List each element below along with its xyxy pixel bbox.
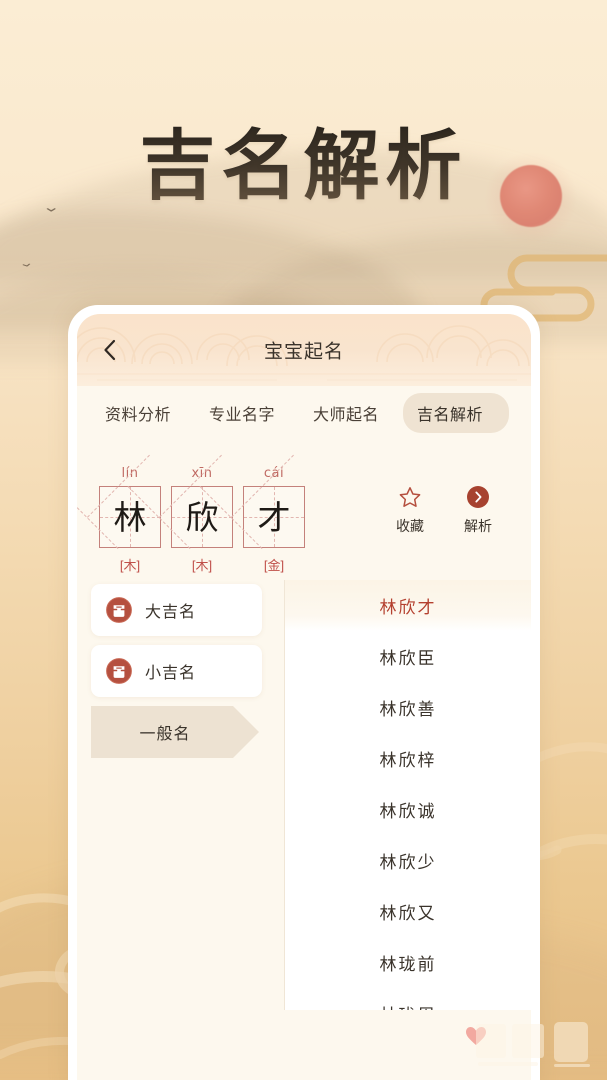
name-list-item[interactable]: 林欣诚: [285, 784, 531, 835]
name-list-item[interactable]: 林欣少: [285, 835, 531, 886]
name-display-section: lín 林 [木] xīn 欣 [木] cái 才 [金] 收藏 解析: [77, 440, 531, 580]
character-grid-box: 才: [199, 454, 305, 549]
chevron-right-circle-icon: [455, 484, 501, 510]
category-label: 大吉名: [145, 604, 197, 621]
star-outline-icon: [387, 484, 433, 510]
lists-area: 大吉名 小吉名 一般名 林欣才 林欣臣 林欣善 林欣梓 林欣诚 林欣少 林欣又 …: [77, 580, 531, 1010]
character-grid-box: 欣: [127, 454, 233, 549]
bird-icon: ⌄: [15, 256, 36, 271]
character-cell-group[interactable]: xīn 欣 [木]: [127, 454, 233, 574]
app-header: 宝宝起名: [77, 314, 531, 386]
character-grid-box: 林: [77, 454, 161, 549]
name-list-item[interactable]: 林欣梓: [285, 733, 531, 784]
character-glyph: 才: [257, 497, 291, 537]
name-list-item[interactable]: 林珑前: [285, 937, 531, 988]
tab-zhuanye-mingzi[interactable]: 专业名字: [195, 393, 289, 433]
app-screen: 宝宝起名 资料分析 专业名字 大师起名 吉名解析 lín 林 [木] xīn 欣…: [77, 314, 531, 1080]
tab-ziliao-fenxi[interactable]: 资料分析: [91, 393, 185, 433]
analyze-button[interactable]: 解析: [455, 484, 501, 536]
name-list-item[interactable]: 林欣又: [285, 886, 531, 937]
character-cell-group[interactable]: cái 才 [金]: [199, 454, 305, 574]
tab-dashi-qiming[interactable]: 大师起名: [299, 393, 393, 433]
character-glyph: 欣: [185, 497, 219, 537]
favorite-button[interactable]: 收藏: [387, 484, 433, 536]
name-list-item[interactable]: 林欣善: [285, 682, 531, 733]
app-title: 宝宝起名: [263, 341, 344, 363]
favorite-label: 收藏: [396, 518, 424, 534]
element-label: [木]: [191, 558, 213, 573]
category-item-yiban[interactable]: 一般名: [91, 706, 259, 758]
character-cells: lín 林 [木] xīn 欣 [木] cái 才 [金]: [77, 454, 305, 574]
heart-watermark-icon: [466, 1027, 486, 1045]
phone-mockup: 宝宝起名 资料分析 专业名字 大师起名 吉名解析 lín 林 [木] xīn 欣…: [68, 305, 540, 1080]
name-list[interactable]: 林欣才 林欣臣 林欣善 林欣梓 林欣诚 林欣少 林欣又 林珑前 林珑周: [284, 580, 531, 1010]
page-title: 吉名解析: [0, 104, 607, 214]
element-label: [木]: [119, 558, 141, 573]
element-label: [金]: [263, 558, 285, 573]
lucky-seal-icon: [106, 658, 132, 684]
category-label: 一般名: [139, 726, 191, 743]
category-list: 大吉名 小吉名 一般名: [77, 580, 262, 1010]
character-glyph: 林: [113, 497, 147, 537]
name-list-item[interactable]: 林欣臣: [285, 631, 531, 682]
analyze-label: 解析: [464, 518, 492, 534]
name-list-item[interactable]: 林珑周: [285, 988, 531, 1010]
tab-jiming-jiexi[interactable]: 吉名解析: [403, 393, 510, 433]
tab-bar: 资料分析 专业名字 大师起名 吉名解析: [77, 386, 531, 440]
action-buttons: 收藏 解析: [387, 484, 501, 536]
lucky-seal-icon: [106, 597, 132, 623]
category-item-xiaoji[interactable]: 小吉名: [91, 645, 262, 697]
category-label: 小吉名: [145, 665, 197, 682]
category-item-daji[interactable]: 大吉名: [91, 584, 262, 636]
name-list-item[interactable]: 林欣才: [285, 580, 531, 631]
character-cell-group[interactable]: lín 林 [木]: [77, 454, 161, 574]
